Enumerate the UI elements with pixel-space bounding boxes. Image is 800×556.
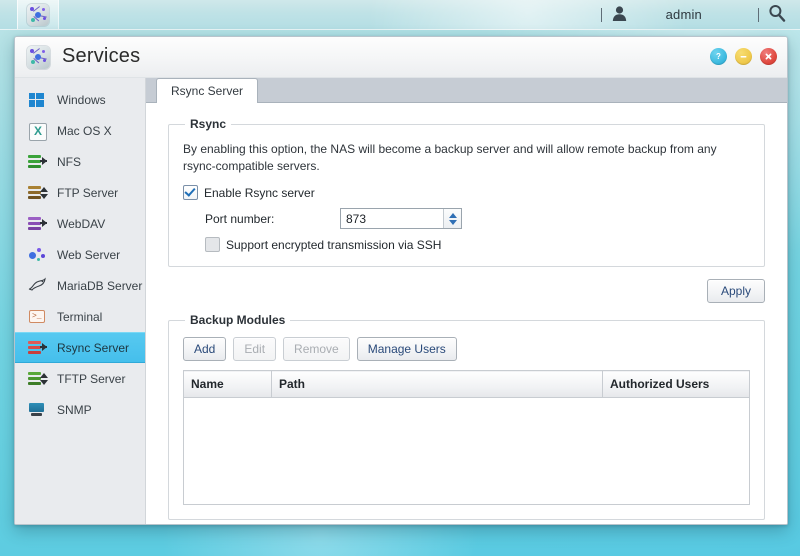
apply-row: Apply	[168, 279, 765, 303]
taskbar: admin	[0, 0, 800, 30]
settings-panel: Rsync By enabling this option, the NAS w…	[146, 103, 787, 520]
enable-rsync-label: Enable Rsync server	[204, 185, 315, 200]
help-button[interactable]: ?	[710, 48, 727, 65]
sidebar-item-label: FTP Server	[57, 185, 119, 200]
sidebar-item-label: MariaDB Server	[57, 278, 143, 293]
apply-button[interactable]: Apply	[706, 279, 765, 303]
window-controls: ?	[710, 48, 777, 65]
sidebar: Windows X Mac OS X NFS FTP Server WebDAV…	[15, 78, 146, 524]
sidebar-item-rsync-server[interactable]: Rsync Server	[15, 332, 145, 363]
column-header-authorized-users[interactable]: Authorized Users	[602, 370, 750, 398]
rsync-group-legend: Rsync	[190, 117, 227, 131]
window-body: Windows X Mac OS X NFS FTP Server WebDAV…	[15, 78, 787, 524]
backup-modules-legend: Backup Modules	[190, 313, 286, 327]
services-icon	[27, 3, 49, 26]
tftp-server-icon	[27, 370, 48, 388]
search-icon[interactable]	[768, 4, 786, 25]
port-number-stepper[interactable]	[340, 208, 462, 229]
content-area: Rsync Server Rsync By enabling this opti…	[146, 78, 787, 524]
edit-button: Edit	[233, 337, 277, 361]
sidebar-item-webdav[interactable]: WebDAV	[15, 208, 145, 239]
add-button[interactable]: Add	[183, 337, 227, 361]
sidebar-item-label: SNMP	[57, 402, 92, 417]
ftp-server-icon	[27, 184, 48, 202]
svg-text:?: ?	[716, 52, 721, 61]
enable-rsync-row[interactable]: Enable Rsync server	[183, 185, 750, 200]
windows-icon	[27, 91, 48, 109]
apple-x-icon: X	[27, 122, 48, 141]
taskbar-app-services[interactable]	[17, 0, 59, 29]
table-body	[184, 398, 750, 505]
web-server-icon	[27, 246, 48, 264]
rsync-group: Rsync By enabling this option, the NAS w…	[168, 117, 765, 267]
nfs-icon	[27, 153, 48, 171]
manage-users-button[interactable]: Manage Users	[356, 337, 457, 361]
window-titlebar: Services ?	[15, 37, 787, 78]
sidebar-item-label: Terminal	[57, 309, 103, 324]
taskbar-separator-2	[758, 7, 759, 22]
port-number-row: Port number:	[205, 208, 750, 229]
sidebar-item-web-server[interactable]: Web Server	[15, 239, 145, 270]
sidebar-item-label: WebDAV	[57, 216, 106, 231]
username-label: admin	[665, 7, 702, 22]
sidebar-item-label: NFS	[57, 154, 81, 169]
terminal-icon: >_	[27, 308, 48, 326]
backup-modules-table: Name Path Authorized Users	[183, 370, 750, 505]
column-header-name[interactable]: Name	[183, 370, 272, 398]
sidebar-item-label: Web Server	[57, 247, 121, 262]
sidebar-item-label: TFTP Server	[57, 371, 126, 386]
table-empty-row	[184, 398, 750, 505]
sidebar-item-nfs[interactable]: NFS	[15, 146, 145, 177]
sidebar-item-label: Rsync Server	[57, 340, 130, 355]
webdav-icon	[27, 215, 48, 233]
user-icon[interactable]	[611, 5, 628, 25]
enable-rsync-checkbox[interactable]	[183, 185, 198, 200]
table-header-row: Name Path Authorized Users	[183, 370, 750, 398]
services-window: Services ? Windows X Mac OS X NFS FTP Se…	[14, 36, 788, 525]
port-number-label: Port number:	[205, 211, 275, 226]
mariadb-icon	[27, 276, 48, 295]
services-icon	[27, 46, 50, 69]
backup-modules-group: Backup Modules Add Edit Remove Manage Us…	[168, 313, 765, 520]
ssh-label: Support encrypted transmission via SSH	[226, 237, 442, 252]
sidebar-item-tftp-server[interactable]: TFTP Server	[15, 363, 145, 394]
ssh-checkbox[interactable]	[205, 237, 220, 252]
minimize-button[interactable]	[735, 48, 752, 65]
page-title: Services	[62, 45, 141, 67]
chevron-up-icon[interactable]	[448, 212, 457, 218]
sidebar-item-label: Windows	[57, 92, 106, 107]
chevron-down-icon[interactable]	[448, 219, 457, 225]
snmp-icon	[27, 401, 48, 419]
column-header-path[interactable]: Path	[271, 370, 603, 398]
port-stepper-buttons[interactable]	[443, 209, 461, 228]
remove-button: Remove	[283, 337, 350, 361]
backup-modules-toolbar: Add Edit Remove Manage Users	[183, 337, 750, 361]
rsync-description: By enabling this option, the NAS will be…	[183, 142, 717, 173]
sidebar-item-windows[interactable]: Windows	[15, 84, 145, 115]
table-empty-cell	[184, 398, 750, 505]
ssh-row[interactable]: Support encrypted transmission via SSH	[205, 237, 750, 252]
taskbar-separator-1	[600, 7, 602, 22]
sidebar-item-terminal[interactable]: >_ Terminal	[15, 301, 145, 332]
sidebar-item-mariadb-server[interactable]: MariaDB Server	[15, 270, 145, 301]
port-number-input[interactable]	[341, 209, 443, 228]
tab-strip: Rsync Server	[146, 78, 787, 103]
sidebar-item-label: Mac OS X	[57, 123, 112, 138]
sidebar-item-mac-os-x[interactable]: X Mac OS X	[15, 115, 145, 146]
close-button[interactable]	[760, 48, 777, 65]
tab-rsync-server[interactable]: Rsync Server	[156, 78, 259, 103]
sidebar-item-snmp[interactable]: SNMP	[15, 394, 145, 425]
sidebar-item-ftp-server[interactable]: FTP Server	[15, 177, 145, 208]
desktop: admin Services ? Windows X Mac OS X NFS …	[0, 0, 800, 556]
taskbar-right-cluster: admin	[600, 0, 800, 29]
rsync-server-icon	[27, 339, 48, 357]
tab-label: Rsync Server	[171, 84, 244, 98]
